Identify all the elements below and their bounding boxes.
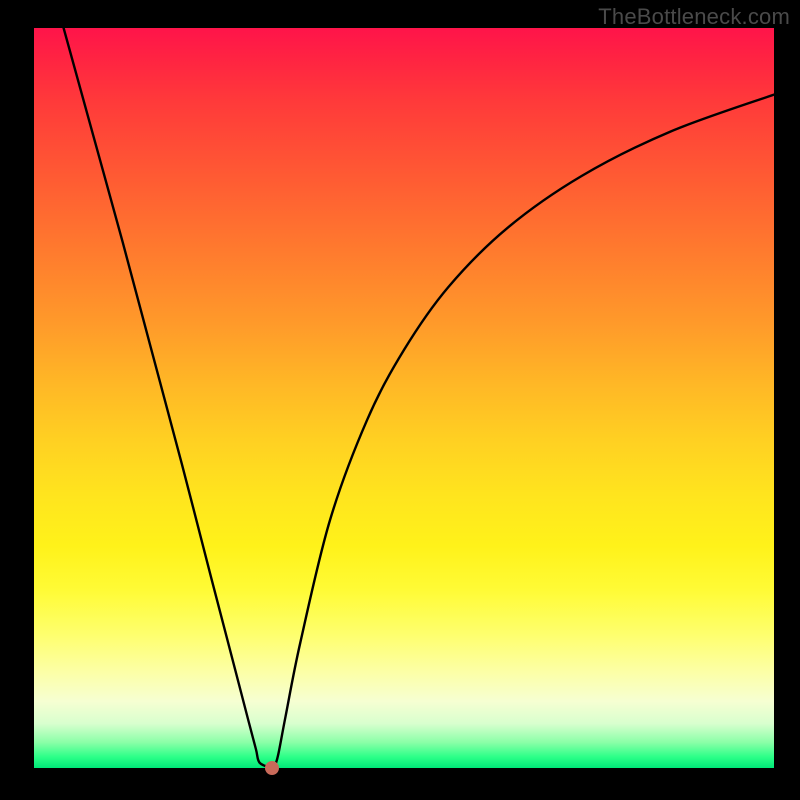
minimum-marker — [265, 761, 279, 775]
bottleneck-curve — [34, 28, 774, 768]
watermark-text: TheBottleneck.com — [598, 4, 790, 30]
chart-plot-area — [34, 28, 774, 768]
